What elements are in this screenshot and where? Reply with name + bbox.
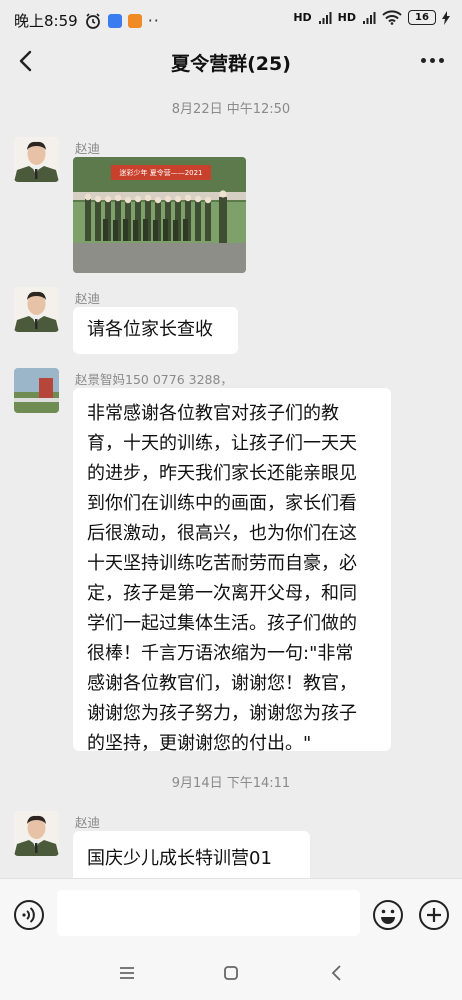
group-photo-image[interactable]: 迷彩少年 夏令营——2021 [73,157,246,273]
message-line: 谢谢您为孩子努力，谢谢您为孩子 [87,703,357,724]
avatar[interactable] [14,368,59,413]
message-timestamp: 9月14日 下午14:11 [171,776,291,791]
sender-name: 赵迪 [75,291,101,306]
avatar[interactable] [14,287,59,332]
avatar[interactable] [14,811,59,856]
message-line: 很棒！千言万语浓缩为一句:"非常 [87,643,354,664]
app-notification-icon [107,13,122,28]
message-line: 后很激动，很高兴，也为你们在这 [87,523,357,544]
charging-icon [442,10,450,25]
signal-hd-label-1: HD [293,11,312,24]
notification-more-icon: ·· [147,11,160,30]
emoji-icon[interactable] [372,899,404,931]
avatar[interactable] [14,137,59,182]
mi-app-icon [127,13,142,28]
message-line: 学们一起过集体生活。孩子们做的 [87,613,357,634]
message-bubble[interactable]: 请各位家长查收 [73,307,238,354]
message-line: 感谢各位教官们，谢谢您！教官， [87,673,357,694]
back-nav-icon[interactable] [326,962,348,984]
menu-nav-icon[interactable] [116,962,138,984]
message-line: 十天坚持训练吃苦耐劳而自豪，必 [87,553,357,574]
signal-hd-label-2: HD [337,11,356,24]
message-line: 定，孩子是第一次离开父母，和同 [87,583,357,604]
message-bubble[interactable]: 非常感谢各位教官对孩子们的教 育，十天的训练，让孩子们一天天 的进步，昨天我们家… [73,388,391,754]
message-text-input[interactable] [57,890,360,936]
message-text: 请各位家长查收 [87,319,213,340]
home-nav-icon[interactable] [220,962,242,984]
system-navigation-bar [0,948,462,1000]
signal-icon-2 [363,11,376,24]
more-options-icon[interactable] [421,58,444,63]
person-avatar-icon [14,137,59,182]
photo-banner-text: 迷彩少年 夏令营——2021 [119,169,203,177]
message-line: 的进步，昨天我们家长还能亲眼见 [87,463,357,484]
landscape-avatar-icon [14,368,59,413]
message-line: 非常感谢各位教官对孩子们的教 [87,403,339,424]
message-line: 到你们在训练中的画面，家长们看 [87,493,357,514]
person-avatar-icon [14,287,59,332]
status-time: 晚上8:59 [14,12,78,30]
message-input-bar [0,878,462,948]
battery-icon: 16 [408,10,436,25]
voice-icon[interactable] [13,899,45,931]
message-timestamp: 8月22日 中午12:50 [171,102,291,117]
status-bar: 晚上8:59 ·· HD HD 16 [0,0,462,38]
message-line: 育，十天的训练，让孩子们一天天 [87,433,357,454]
plus-icon[interactable] [418,899,450,931]
message-line: 的坚持，更谢谢您的付出。" [87,733,312,754]
chat-header: 夏令营群(25) [0,38,462,84]
chat-title: 夏令营群(25) [171,53,291,75]
sender-name: 赵迪 [75,815,101,830]
battery-level: 16 [415,12,429,23]
sender-name: 赵迪 [75,141,101,156]
wifi-icon [382,10,402,25]
signal-icon-1 [318,11,332,24]
person-avatar-icon [14,811,59,856]
sender-name: 赵景智妈150 0776 3288， [75,372,233,387]
alarm-icon [85,12,100,29]
message-text: 国庆少儿成长特训营01 [87,848,272,869]
